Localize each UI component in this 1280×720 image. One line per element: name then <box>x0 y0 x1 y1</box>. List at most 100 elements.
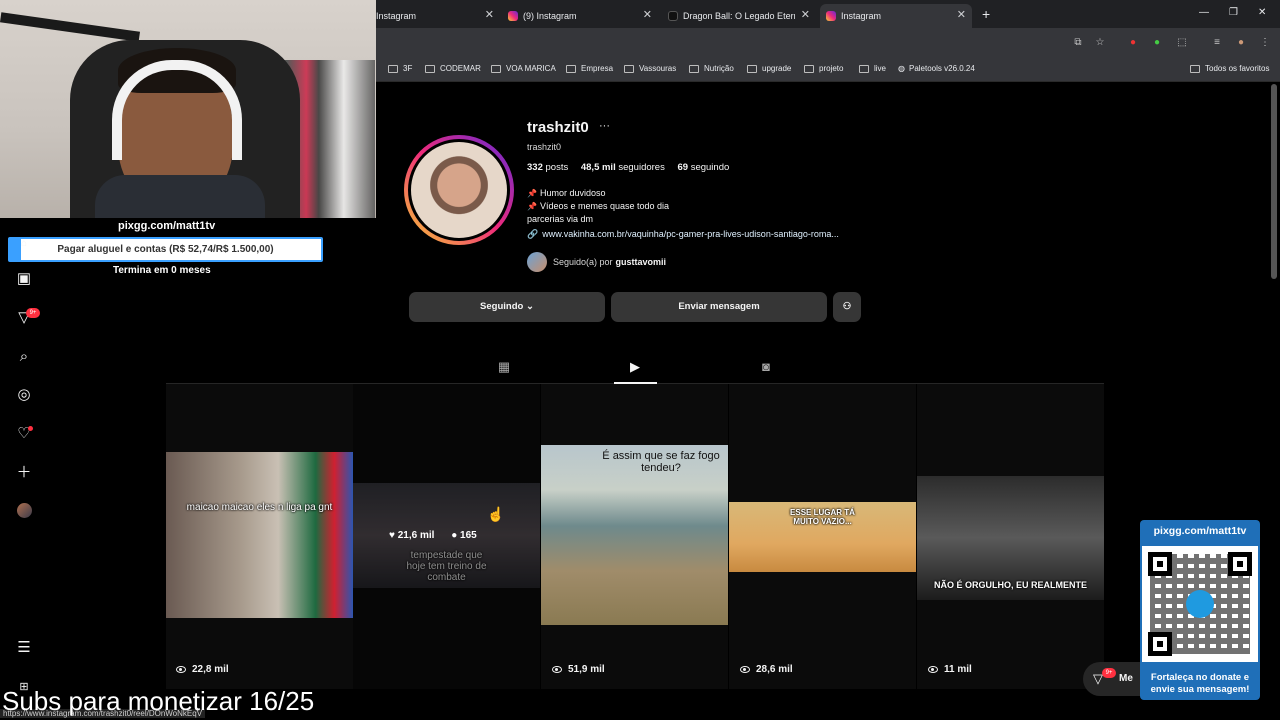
send-message-label: Enviar mensagem <box>678 301 760 312</box>
tab-label: Dragon Ball: O Legado Eterno c <box>683 11 795 21</box>
bookmark-label: upgrade <box>762 64 792 73</box>
folder-icon <box>425 64 435 73</box>
likes-count: 21,6 mil <box>397 530 435 541</box>
reel-tile[interactable]: maicao maicao eles n liga pa gnt <box>166 384 353 689</box>
bookmark-folder[interactable]: 3F <box>388 64 412 73</box>
bio-line: parcerias via dm <box>527 214 593 224</box>
instagram-icon <box>508 11 518 21</box>
bio-line: 📌 Humor duvidoso <box>527 188 606 198</box>
eye-icon <box>552 666 562 673</box>
posts-count: 332 <box>527 162 543 173</box>
close-icon[interactable]: ✕ <box>643 8 652 21</box>
bookmark-label: VOA MARICA <box>506 64 556 73</box>
close-icon[interactable]: ✕ <box>801 8 810 21</box>
following-button[interactable]: Seguindo ⌄ <box>409 292 605 322</box>
home-icon[interactable]: ⌂ <box>15 235 33 253</box>
reels-icon[interactable]: ▣ <box>15 270 33 288</box>
reel-caption: maicao maicao eles n liga pa gnt <box>186 502 333 513</box>
close-icon[interactable]: ✕ <box>485 8 494 21</box>
tab-instagram-active[interactable]: Instagram ✕ <box>820 4 972 28</box>
bookmark-folder[interactable]: VOA MARICA <box>491 64 556 73</box>
menu-icon[interactable]: ☰ <box>15 639 33 657</box>
tab-instagram-2[interactable]: (9) Instagram ✕ <box>508 4 652 28</box>
extension-green-icon[interactable]: ● <box>1151 37 1163 49</box>
profile-avatar[interactable] <box>408 139 510 241</box>
followed-by[interactable]: Seguido(a) por gusttavomii <box>527 252 666 272</box>
close-window-icon[interactable]: ✕ <box>1258 7 1266 18</box>
following-count: 69 <box>677 162 689 173</box>
reel-caption: É assim que se faz fogo tendeu? <box>602 450 720 474</box>
tab-label: Instagram <box>376 11 417 21</box>
more-options-icon[interactable]: ··· <box>599 120 610 132</box>
all-bookmarks[interactable]: Todos os favoritos <box>1190 64 1269 73</box>
bookmark-folder[interactable]: Vassouras <box>624 64 676 73</box>
messages-button[interactable]: Me <box>1083 662 1143 696</box>
view-count-text: 22,8 mil <box>192 664 229 675</box>
reel-caption: NÃO É ORGULHO, EU REALMENTE <box>933 580 1087 590</box>
address-bar[interactable] <box>376 28 1280 58</box>
search-icon[interactable]: ⌕ <box>15 348 33 366</box>
install-icon[interactable]: ⧉ <box>1072 37 1084 49</box>
folder-icon <box>747 64 757 73</box>
new-tab-button[interactable]: + <box>982 6 990 22</box>
minimize-icon[interactable]: — <box>1199 7 1209 18</box>
bio-text: parcerias via dm <box>527 214 594 224</box>
create-icon[interactable]: ＋ <box>15 464 33 482</box>
bookmark-label: Paletools v26.0.24 <box>908 64 975 73</box>
following-stat[interactable]: 69 seguindo <box>677 162 729 173</box>
tagged-icon[interactable]: ◙ <box>757 358 775 376</box>
qr-logo <box>1186 590 1214 618</box>
scrollbar[interactable] <box>1271 84 1277 279</box>
bookmark-folder[interactable]: live <box>859 64 886 73</box>
goal-end-text: Termina em 0 meses <box>113 265 211 276</box>
reel-tile[interactable]: tempestade que hoje tem treino de combat… <box>353 384 540 689</box>
bookmark-label: Todos os favoritos <box>1205 64 1270 73</box>
close-icon[interactable]: ✕ <box>957 8 966 21</box>
bookmark-label: Empresa <box>581 64 614 73</box>
folder-icon <box>859 64 869 73</box>
bookmark-folder[interactable]: projeto <box>804 64 843 73</box>
folder-icon <box>689 64 699 73</box>
reels-tab-icon[interactable]: ▶ <box>626 358 644 376</box>
wall-decoration <box>0 12 141 42</box>
menu-dots-icon[interactable]: ⋮ <box>1259 37 1271 49</box>
bookmark-folder[interactable]: upgrade <box>747 64 791 73</box>
headset <box>112 60 242 160</box>
restore-icon[interactable]: ❐ <box>1229 7 1238 18</box>
followed-by-label: Seguido(a) por <box>553 257 613 267</box>
qr-finder <box>1148 632 1172 656</box>
bookmark-link[interactable]: ◍ Paletools v26.0.24 <box>898 64 975 73</box>
media-icon[interactable]: ≡ <box>1211 37 1223 49</box>
suggest-users-button[interactable]: ⚇ <box>833 292 861 322</box>
profile-icon[interactable]: ● <box>1235 37 1247 49</box>
explore-icon[interactable]: ◎ <box>15 386 33 404</box>
followers-stat[interactable]: 48,5 mil seguidores <box>581 162 665 173</box>
globe-icon: ◍ <box>898 64 905 73</box>
folder-icon <box>491 64 501 73</box>
eye-icon <box>928 666 938 673</box>
reel-tile[interactable]: NÃO É ORGULHO, EU REALMENTE <box>917 384 1104 689</box>
avatar[interactable] <box>17 503 32 518</box>
bookmark-label: live <box>874 64 887 73</box>
star-icon[interactable]: ☆ <box>1094 37 1106 49</box>
bookmark-folder[interactable]: Nutrição <box>689 64 734 73</box>
view-count-text: 51,9 mil <box>568 664 605 675</box>
followed-by-user: gusttavomii <box>615 257 667 267</box>
tab-instagram-1[interactable]: Instagram ✕ <box>376 4 494 28</box>
posts-stat: 332 posts <box>527 162 568 173</box>
stream-link: pixgg.com/matt1tv <box>118 220 216 232</box>
bio-line: 📌 Vídeos e memes quase todo dia <box>527 201 669 211</box>
puzzle-icon[interactable]: ⬚ <box>1176 37 1188 49</box>
grid-icon[interactable]: ▦ <box>495 358 513 376</box>
bookmark-folder[interactable]: Empresa <box>566 64 613 73</box>
bookmark-folder[interactable]: CODEMAR <box>425 64 481 73</box>
tab-tiktok[interactable]: Dragon Ball: O Legado Eterno c ✕ <box>668 4 810 28</box>
reel-tile[interactable]: É assim que se faz fogo tendeu? <box>541 384 728 689</box>
bio-link[interactable]: 🔗 www.vakinha.com.br/vaquinha/pc-gamer-pr… <box>527 229 839 240</box>
extension-red-icon[interactable]: ● <box>1127 37 1139 49</box>
reel-tile[interactable]: ESSE LUGAR TÁ MUITO VAZIO... <box>729 384 916 689</box>
pin-icon: 📌 <box>527 189 537 198</box>
bio-text: Vídeos e memes quase todo dia <box>539 201 670 211</box>
send-message-button[interactable]: Enviar mensagem <box>611 292 827 322</box>
messages-badge: 9+ <box>1102 668 1116 678</box>
